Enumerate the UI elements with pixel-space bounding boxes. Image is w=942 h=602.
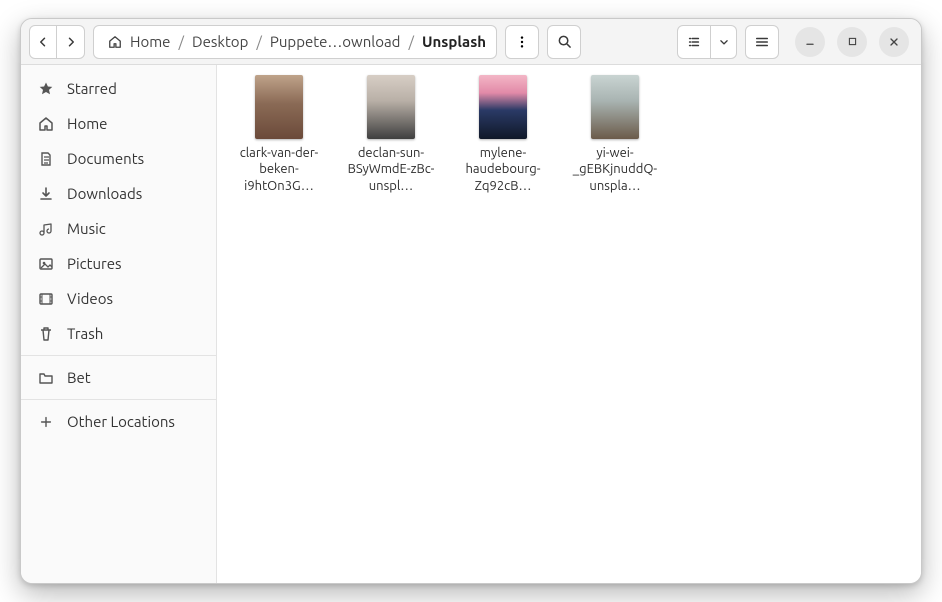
list-icon: [687, 35, 701, 49]
breadcrumb-desktop-label: Desktop: [192, 33, 248, 50]
nav-back-forward-group: [29, 25, 85, 59]
home-icon: [37, 116, 55, 132]
maximize-icon: [847, 36, 858, 47]
pictures-icon: [37, 256, 55, 272]
sidebar-item-downloads[interactable]: Downloads: [21, 176, 216, 211]
breadcrumb-current-label: Unsplash: [422, 33, 486, 50]
sidebar-item-documents[interactable]: Documents: [21, 141, 216, 176]
sidebar-separator: [21, 399, 216, 400]
plus-icon: [37, 415, 55, 429]
sidebar-item-starred[interactable]: Starred: [21, 71, 216, 106]
file-item[interactable]: clark-van-der-beken-i9htOn3G…: [231, 75, 327, 193]
file-item[interactable]: yi-wei-_gEBKjnuddQ-unspla…: [567, 75, 663, 193]
chevron-down-icon: [719, 37, 729, 47]
sidebar-item-other-locations[interactable]: Other Locations: [21, 404, 216, 439]
documents-icon: [37, 151, 55, 167]
file-item[interactable]: declan-sun-BSyWmdE-zBc-unspl…: [343, 75, 439, 193]
sidebar-label: Documents: [67, 150, 144, 167]
header-bar: Home / Desktop / Puppete…ownload / Unspl…: [21, 19, 921, 65]
breadcrumb-home-label: Home: [130, 33, 170, 50]
sidebar-label: Starred: [67, 80, 117, 97]
close-button[interactable]: [879, 27, 909, 57]
sidebar-label: Trash: [67, 325, 103, 342]
kebab-icon: [515, 35, 529, 49]
sidebar-label: Downloads: [67, 185, 142, 202]
breadcrumb-home[interactable]: Home: [102, 26, 176, 58]
home-icon: [108, 35, 122, 49]
sidebar-item-bet[interactable]: Bet: [21, 360, 216, 395]
breadcrumb-current[interactable]: Unsplash: [416, 26, 492, 58]
minimize-icon: [804, 36, 816, 48]
sidebar-label: Music: [67, 220, 106, 237]
breadcrumb-desktop[interactable]: Desktop: [186, 26, 254, 58]
search-icon: [557, 34, 572, 49]
sidebar-item-music[interactable]: Music: [21, 211, 216, 246]
breadcrumb-separator: /: [256, 33, 262, 50]
trash-icon: [37, 326, 55, 342]
search-button[interactable]: [547, 25, 581, 59]
sidebar-label: Home: [67, 115, 107, 132]
sidebar-label: Pictures: [67, 255, 122, 272]
file-label: mylene-haudebourg-Zq92cB…: [455, 145, 551, 193]
view-list-button[interactable]: [677, 25, 711, 59]
back-button[interactable]: [29, 25, 57, 59]
view-options-group: [677, 25, 737, 59]
breadcrumb-puppeteer-label: Puppete…ownload: [270, 33, 401, 50]
sidebar-separator: [21, 355, 216, 356]
breadcrumb-separator: /: [408, 33, 414, 50]
sidebar-label: Other Locations: [67, 413, 175, 430]
thumbnail-icon: [367, 75, 415, 139]
file-manager-window: Home / Desktop / Puppete…ownload / Unspl…: [20, 18, 922, 584]
sidebar: Starred Home Documents Downloads: [21, 65, 217, 583]
maximize-button[interactable]: [837, 27, 867, 57]
folder-view[interactable]: clark-van-der-beken-i9htOn3G… declan-sun…: [217, 65, 921, 583]
file-label: declan-sun-BSyWmdE-zBc-unspl…: [343, 145, 439, 193]
forward-button[interactable]: [57, 25, 85, 59]
downloads-icon: [37, 186, 55, 202]
thumbnail-icon: [479, 75, 527, 139]
file-label: yi-wei-_gEBKjnuddQ-unspla…: [567, 145, 663, 193]
file-item[interactable]: mylene-haudebourg-Zq92cB…: [455, 75, 551, 193]
music-icon: [37, 221, 55, 237]
breadcrumb-puppeteer[interactable]: Puppete…ownload: [264, 26, 407, 58]
sidebar-item-pictures[interactable]: Pictures: [21, 246, 216, 281]
close-icon: [888, 36, 900, 48]
folder-icon: [37, 370, 55, 386]
hamburger-menu-button[interactable]: [745, 25, 779, 59]
breadcrumb-separator: /: [178, 33, 184, 50]
star-icon: [37, 81, 55, 97]
path-bar: Home / Desktop / Puppete…ownload / Unspl…: [93, 25, 497, 59]
file-label: clark-van-der-beken-i9htOn3G…: [231, 145, 327, 193]
window-body: Starred Home Documents Downloads: [21, 65, 921, 583]
thumbnail-icon: [255, 75, 303, 139]
sidebar-item-trash[interactable]: Trash: [21, 316, 216, 351]
minimize-button[interactable]: [795, 27, 825, 57]
videos-icon: [37, 291, 55, 307]
sidebar-item-home[interactable]: Home: [21, 106, 216, 141]
path-menu-button[interactable]: [505, 25, 539, 59]
sidebar-label: Videos: [67, 290, 113, 307]
sidebar-label: Bet: [67, 369, 91, 386]
view-dropdown-button[interactable]: [711, 25, 737, 59]
chevron-right-icon: [65, 36, 77, 48]
thumbnail-icon: [591, 75, 639, 139]
window-controls: [795, 27, 909, 57]
sidebar-item-videos[interactable]: Videos: [21, 281, 216, 316]
chevron-left-icon: [37, 36, 49, 48]
menu-icon: [755, 35, 769, 49]
